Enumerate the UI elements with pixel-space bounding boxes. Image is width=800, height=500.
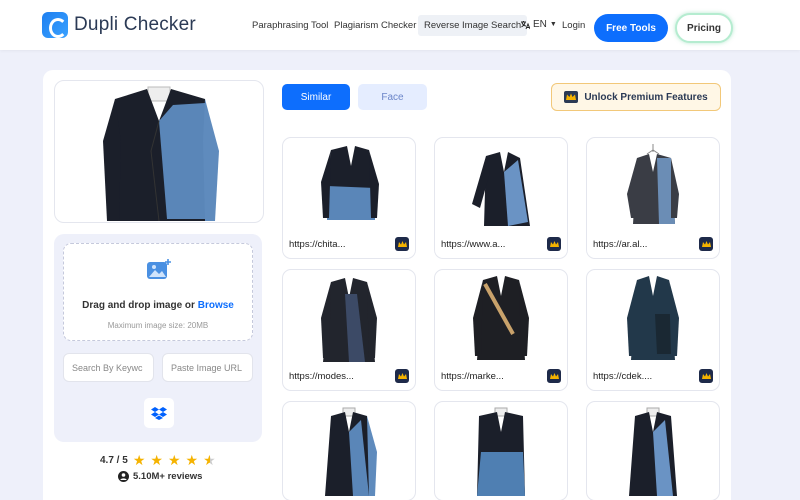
result-image xyxy=(473,276,529,360)
max-size-note: Maximum image size: 20MB xyxy=(107,321,209,330)
result-image xyxy=(629,407,677,496)
nav-link-plagiarism[interactable]: Plagiarism Checker xyxy=(334,20,416,31)
uploaded-image-preview xyxy=(54,80,264,223)
crown-icon[interactable] xyxy=(699,237,713,251)
image-url-input[interactable]: Paste Image URL xyxy=(162,353,253,382)
keyword-search-input[interactable]: Search By Keywc xyxy=(63,353,154,382)
star-icon: ★ xyxy=(185,452,199,468)
crown-icon[interactable] xyxy=(395,237,409,251)
free-tools-button[interactable]: Free Tools xyxy=(594,14,668,42)
nav-link-reverse-image[interactable]: Reverse Image Search xyxy=(418,15,528,36)
result-card[interactable]: https://chita... xyxy=(282,137,416,259)
brand-logo[interactable]: Dupli Checker xyxy=(42,12,196,38)
language-selector[interactable]: EN ▼ xyxy=(520,19,557,30)
dropzone-instruction: Drag and drop image or Browse xyxy=(82,300,234,311)
result-image xyxy=(325,407,377,496)
crown-icon[interactable] xyxy=(395,369,409,383)
image-upload-icon xyxy=(147,259,171,279)
translate-icon xyxy=(521,20,530,29)
half-star-icon: ★ xyxy=(203,452,216,468)
login-link[interactable]: Login xyxy=(562,20,585,31)
review-count: 5.10M+ reviews xyxy=(118,471,202,482)
tab-similar[interactable]: Similar xyxy=(282,84,350,110)
premium-crown-icon xyxy=(564,91,579,103)
logo-icon xyxy=(42,12,68,38)
rating-summary: 4.7 / 5 ★ ★ ★ ★ ★ xyxy=(100,453,216,467)
nav-link-paraphrasing[interactable]: Paraphrasing Tool xyxy=(252,20,328,31)
unlock-premium-button[interactable]: Unlock Premium Features xyxy=(551,83,721,111)
result-url: https://modes... xyxy=(289,371,354,382)
image-dropzone[interactable]: Drag and drop image or Browse Maximum im… xyxy=(63,243,253,341)
tab-face[interactable]: Face xyxy=(358,84,427,110)
result-card[interactable] xyxy=(282,401,416,500)
result-image xyxy=(477,407,525,496)
result-image xyxy=(321,278,377,362)
result-image xyxy=(627,276,679,360)
crown-icon[interactable] xyxy=(547,237,561,251)
result-image xyxy=(321,146,379,220)
star-icon: ★ xyxy=(167,452,181,468)
result-card[interactable]: https://ar.al... xyxy=(586,137,720,259)
chevron-down-icon: ▼ xyxy=(549,21,557,28)
user-icon xyxy=(118,471,129,482)
star-icon: ★ xyxy=(150,452,163,468)
rating-score: 4.7 / 5 xyxy=(100,454,128,466)
result-url: https://cdek.... xyxy=(593,371,653,382)
dropbox-icon xyxy=(151,407,167,420)
brand-name: Dupli Checker xyxy=(74,14,196,35)
result-card[interactable]: https://modes... xyxy=(282,269,416,391)
result-card[interactable]: https://cdek.... xyxy=(586,269,720,391)
result-card[interactable]: https://marke... xyxy=(434,269,568,391)
result-url: https://chita... xyxy=(289,239,346,250)
result-image xyxy=(627,144,679,224)
star-icon: ★ xyxy=(132,452,146,468)
dropbox-button[interactable] xyxy=(144,398,174,428)
crown-icon[interactable] xyxy=(547,369,561,383)
browse-link[interactable]: Browse xyxy=(198,300,234,311)
crown-icon[interactable] xyxy=(699,369,713,383)
result-url: https://marke... xyxy=(441,371,504,382)
result-image xyxy=(472,152,530,226)
result-card[interactable] xyxy=(434,401,568,500)
result-card[interactable]: https://www.a... xyxy=(434,137,568,259)
language-label: EN xyxy=(533,19,547,30)
result-url: https://www.a... xyxy=(441,239,506,250)
top-navbar: Dupli Checker Paraphrasing Tool Plagiari… xyxy=(0,0,800,50)
result-card[interactable] xyxy=(586,401,720,500)
pricing-button[interactable]: Pricing xyxy=(675,13,733,43)
result-url: https://ar.al... xyxy=(593,239,648,250)
uploaded-jacket-image xyxy=(103,86,219,222)
